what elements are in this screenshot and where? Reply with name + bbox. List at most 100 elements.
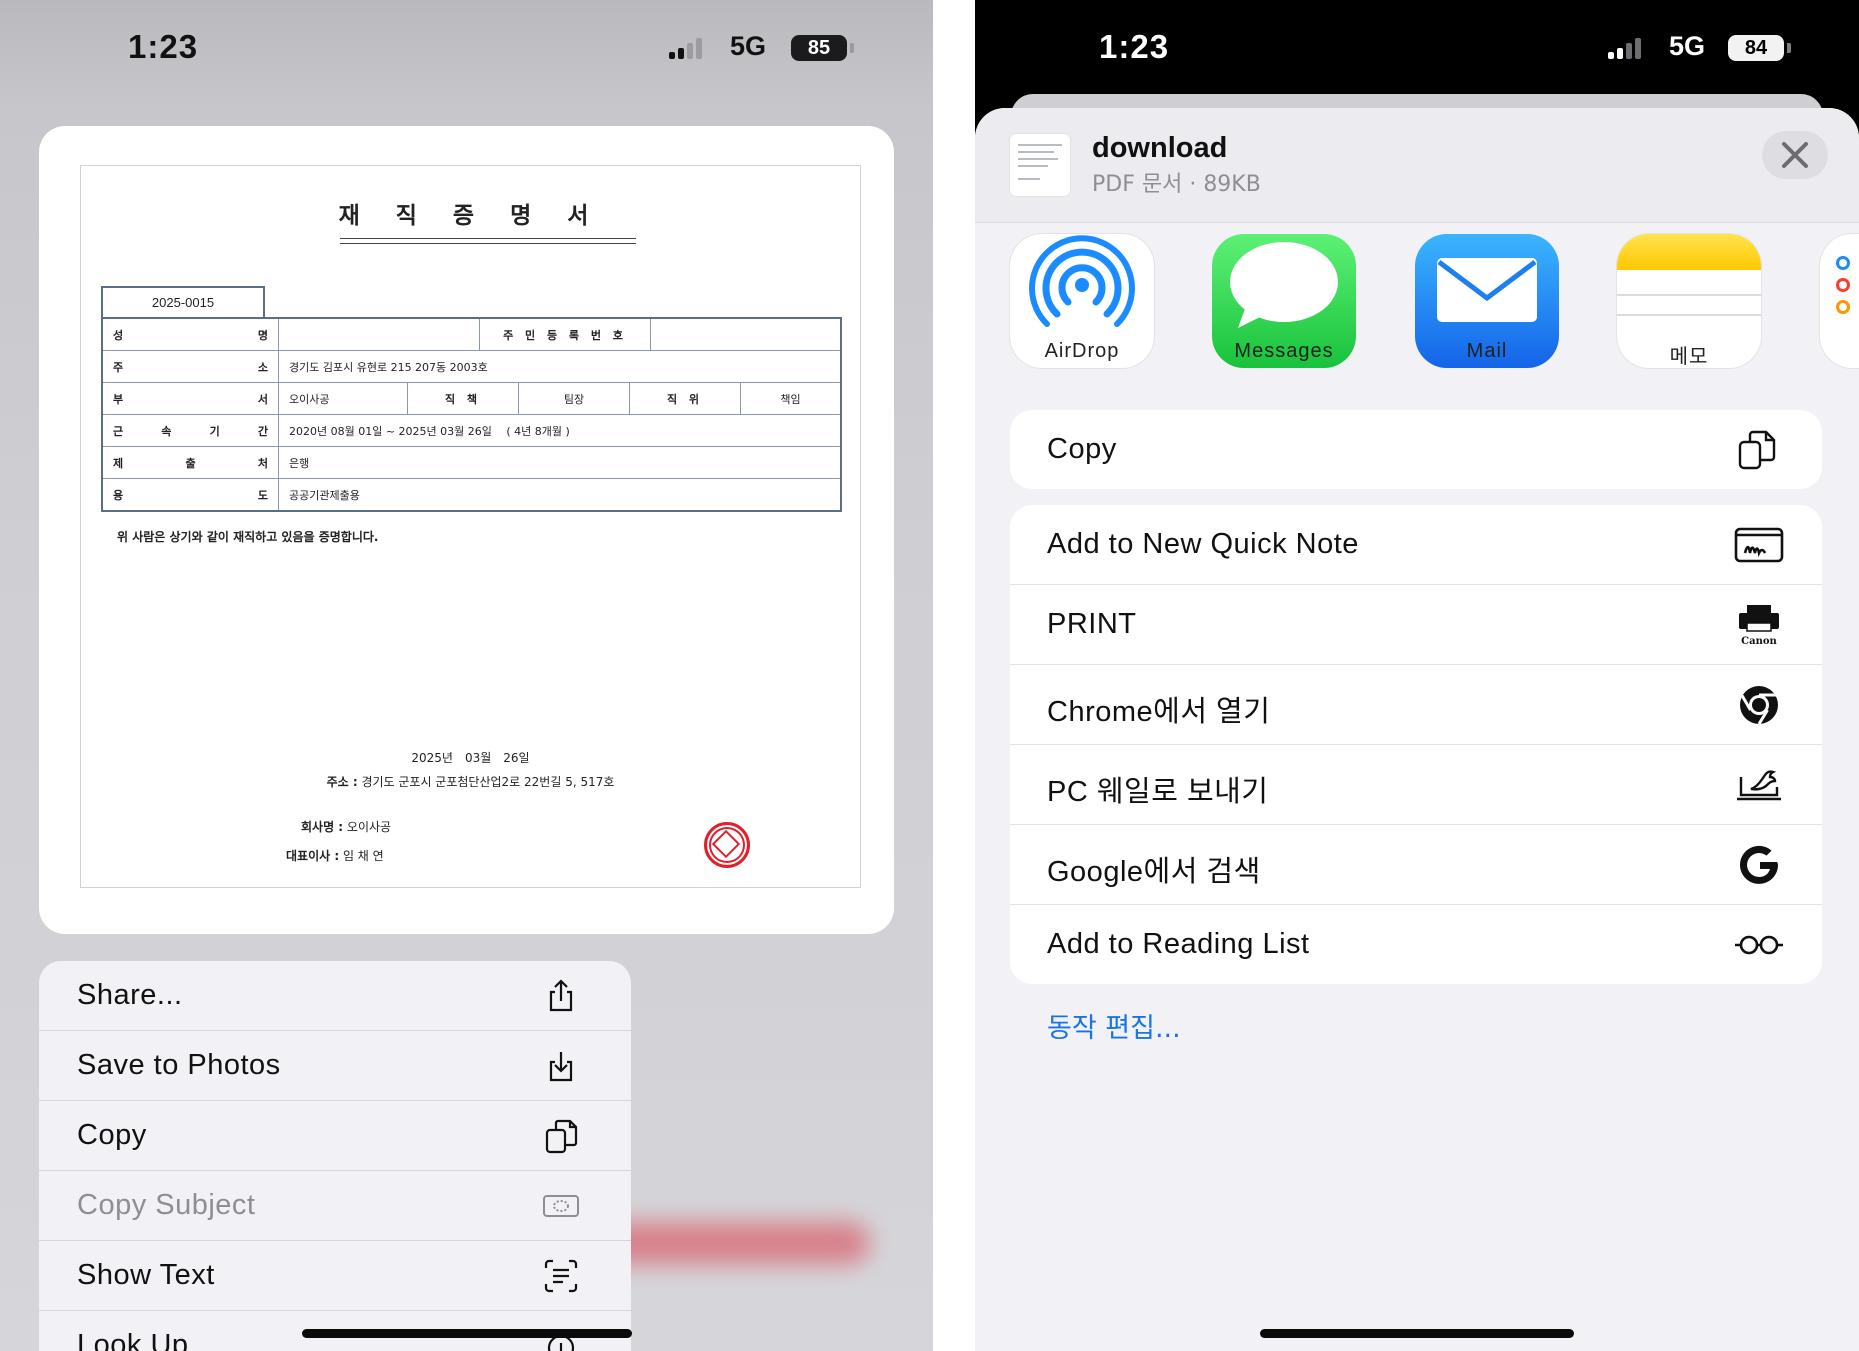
action-label: Add to New Quick Note [1047,528,1359,560]
company-name: 회사명 : 오이사공 [301,820,392,834]
close-icon [1782,142,1808,168]
app-label: Mail [1466,340,1508,362]
table-row: 성명 주 민 등 록 번 호 [101,317,842,351]
edit-actions-link[interactable]: 동작 편집... [1047,1006,1181,1045]
department-value: 오이사공 [279,383,408,414]
row-label: 근속기간 [101,414,279,447]
show-text-icon [544,1259,578,1293]
table-row: 용도 공공기관제출용 [101,478,842,512]
cellular-signal-icon [1608,37,1641,59]
menu-item-copy[interactable]: Copy [39,1101,631,1171]
action-open-in-chrome[interactable]: Chrome에서 열기 [1010,665,1822,745]
menu-item-label: Show Text [77,1259,215,1291]
menu-item-copy-subject[interactable]: Copy Subject [39,1171,631,1241]
battery-level: 84 [1744,36,1768,59]
app-reminders[interactable]: 미 [1820,234,1859,368]
canon-printer-icon: Canon [1739,605,1779,647]
action-search-google[interactable]: Google에서 검색 [1010,825,1822,905]
action-add-to-reading-list[interactable]: Add to Reading List [1010,905,1822,984]
issue-date: 2025년 03월 26일 [411,751,530,765]
app-messages[interactable]: Messages [1212,234,1356,368]
position-value: 책임 [780,392,801,406]
share-sheet-header: download PDF 문서 · 89KB [975,108,1859,223]
document-preview[interactable]: 재 직 증 명 서 2025-0015 성명 주 민 등 록 번 호 주소 경기… [39,126,894,934]
right-phone-screen: 1:23 5G 84 download PDF 문서 · 89KB AirDro… [975,0,1859,1351]
purpose-value: 공공기관제출용 [278,478,842,512]
share-sheet: download PDF 문서 · 89KB AirDrop Messages … [975,108,1859,1351]
action-label: Chrome에서 열기 [1047,696,1271,728]
app-label: Messages [1234,340,1334,362]
action-group-extensions: Add to New Quick Note PRINT Canon Chrome… [1010,505,1822,984]
action-copy[interactable]: Copy [1010,410,1822,489]
department-subtable: 오이사공 직 책 팀장 직 위 책임 [279,383,840,414]
menu-item-share[interactable]: Share... [39,961,631,1031]
row-label: 제출처 [101,446,279,479]
app-airdrop[interactable]: AirDrop [1010,234,1154,368]
menu-item-label: Copy [77,1119,147,1151]
table-row: 부서 오이사공 직 책 팀장 직 위 책임 [101,382,842,415]
battery-icon: 84 [1728,35,1791,61]
company-seal-icon [704,822,750,868]
copy-icon [1738,430,1776,470]
whale-icon [1737,770,1781,801]
row-label: 부서 [101,382,279,415]
menu-item-label: Save to Photos [77,1049,281,1081]
home-indicator[interactable] [1260,1329,1574,1338]
file-meta: PDF 문서 · 89KB [1092,172,1261,197]
home-indicator[interactable] [302,1329,632,1338]
action-label: Google에서 검색 [1047,856,1261,888]
certificate-page: 재 직 증 명 서 2025-0015 성명 주 민 등 록 번 호 주소 경기… [80,165,861,888]
action-label: PC 웨일로 보내기 [1047,776,1269,808]
address-value: 경기도 김포시 유현로 215 207동 2003호 [278,350,842,383]
title-underline [340,238,636,244]
chrome-icon [1740,686,1778,725]
table-row: 제출처 은행 [101,446,842,479]
row-label: 성명 [101,317,279,351]
copy-icon [545,1119,578,1154]
position-label: 직 위 [629,383,741,414]
context-menu: Share... Save to Photos Copy Copy Subjec… [39,961,631,1351]
resident-number-label: 주 민 등 록 번 호 [479,317,651,351]
menu-item-save-to-photos[interactable]: Save to Photos [39,1031,631,1101]
action-print[interactable]: PRINT Canon [1010,585,1822,665]
menu-item-label: Share... [77,979,183,1011]
file-name: download [1092,132,1228,164]
network-type: 5G [730,31,767,61]
battery-level: 85 [807,36,831,59]
network-type: 5G [1669,31,1706,61]
action-label: Add to Reading List [1047,928,1310,960]
status-bar: 1:23 5G 84 [975,28,1859,68]
action-group-copy: Copy [1010,410,1822,489]
action-send-to-whale[interactable]: PC 웨일로 보내기 [1010,745,1822,825]
google-icon [1740,845,1778,884]
app-label: 미 [1820,340,1859,369]
row-label: 용도 [101,478,279,512]
tenure-value: 2020년 08월 01일 ~ 2025년 03월 26일 ( 4년 8개월 ) [278,414,842,447]
duty-label: 직 책 [407,383,519,414]
share-icon [549,979,573,1012]
resident-number-value [650,317,842,351]
menu-item-show-text[interactable]: Show Text [39,1241,631,1311]
close-button[interactable] [1762,131,1828,179]
menu-item-label: Look Up [77,1329,189,1351]
battery-icon: 85 [791,35,854,61]
status-time: 1:23 [128,28,199,65]
file-thumbnail [1010,134,1070,196]
action-label: PRINT [1047,608,1137,640]
name-value [278,317,480,351]
app-label: 메모 [1669,344,1709,368]
row-label: 주소 [101,350,279,383]
certification-statement: 위 사람은 상기와 같이 재직하고 있음을 증명합니다. [117,530,379,544]
app-notes[interactable]: 메모 [1617,234,1761,368]
document-title: 재 직 증 명 서 [338,203,603,229]
cellular-signal-icon [669,37,702,59]
ceo-name: 대표이사 : 임 채 연 [286,849,384,863]
table-row: 근속기간 2020년 08월 01일 ~ 2025년 03월 26일 ( 4년 … [101,414,842,447]
action-quick-note[interactable]: Add to New Quick Note [1010,505,1822,585]
app-mail[interactable]: Mail [1415,234,1559,368]
app-label: AirDrop [1044,340,1120,362]
duty-value: 팀장 [518,383,630,414]
certificate-table: 성명 주 민 등 록 번 호 주소 경기도 김포시 유현로 215 207동 2… [101,317,842,512]
save-to-photos-icon [549,1052,573,1082]
status-time: 1:23 [1099,28,1170,65]
